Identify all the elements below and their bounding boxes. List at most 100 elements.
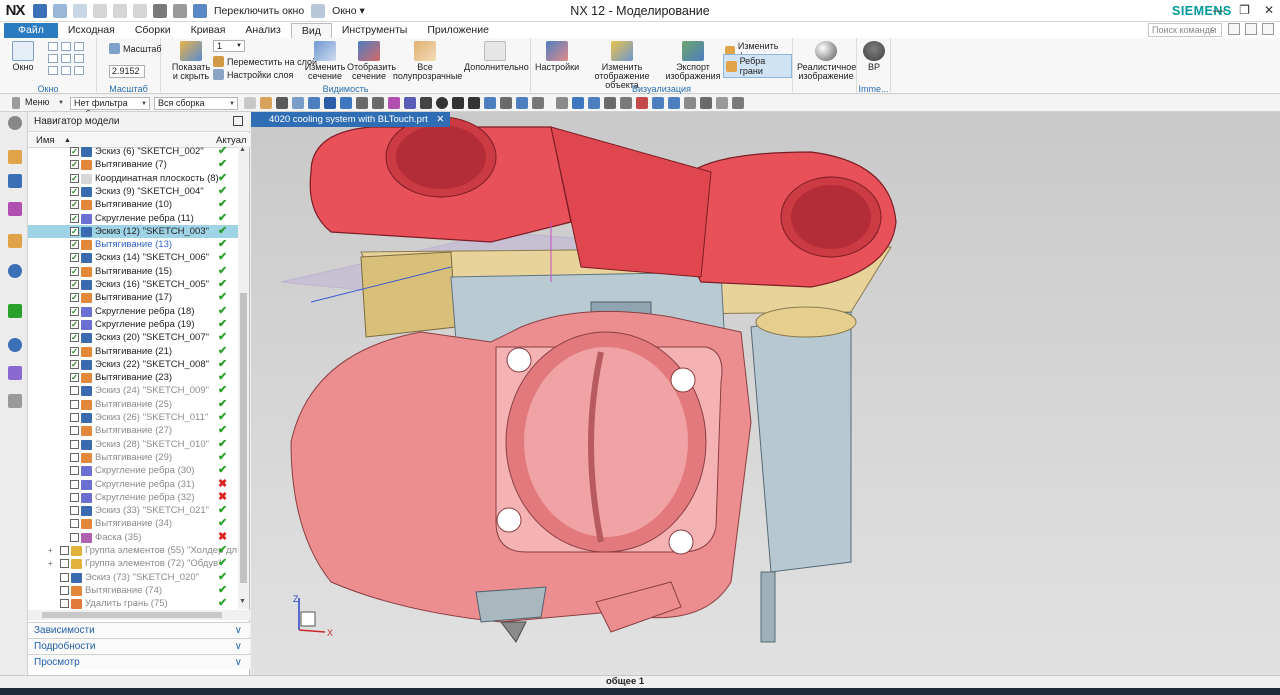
layout-icon[interactable] <box>74 42 84 51</box>
perspective-icon[interactable] <box>636 97 648 109</box>
tree-row[interactable]: Эскиз (28) "SKETCH_010" ✔ <box>28 438 238 451</box>
export-image-button[interactable]: Экспорт изображения <box>665 41 721 81</box>
visibility-checkbox[interactable] <box>70 426 79 436</box>
scroll-thumb[interactable] <box>240 293 247 583</box>
part-navigator-icon[interactable] <box>8 202 22 216</box>
gear-icon[interactable] <box>8 116 22 130</box>
visibility-checkbox[interactable]: ✓ <box>70 240 79 250</box>
visibility-checkbox[interactable] <box>70 506 79 516</box>
visibility-checkbox[interactable] <box>70 532 79 542</box>
tree-row[interactable]: ✓ Скругление ребра (18) ✔ <box>28 305 238 318</box>
scale-value-input[interactable]: 2.9152 <box>109 65 145 78</box>
visibility-checkbox[interactable] <box>70 466 79 476</box>
web-browser-icon[interactable] <box>8 264 22 278</box>
visibility-checkbox[interactable] <box>60 572 69 582</box>
visibility-checkbox[interactable]: ✓ <box>70 160 79 170</box>
bltouch-body[interactable] <box>750 311 852 573</box>
tab-curve[interactable]: Кривая <box>181 23 236 38</box>
visibility-checkbox[interactable] <box>60 546 69 555</box>
rotate-icon[interactable] <box>604 97 616 109</box>
window-button[interactable]: Окно <box>10 41 36 72</box>
edit-section-button[interactable]: Изменить сечение <box>303 41 347 81</box>
scroll-down-icon[interactable]: ▼ <box>239 598 246 605</box>
visibility-checkbox[interactable]: ✓ <box>70 147 79 156</box>
cut-icon[interactable] <box>93 3 107 18</box>
tree-row[interactable]: ✓ Эскиз (9) "SKETCH_004" ✔ <box>28 185 238 198</box>
tree-row[interactable]: ✓ Эскиз (22) "SKETCH_008" ✔ <box>28 358 238 371</box>
mount-hole[interactable] <box>668 529 694 555</box>
layout-icon[interactable] <box>74 54 84 63</box>
ribbon-options-icon[interactable] <box>1228 23 1240 35</box>
tree-row[interactable]: Вытягивание (29) ✔ <box>28 451 238 464</box>
edit-display-button[interactable]: Изменить отображение объекта <box>581 41 663 90</box>
window-icon[interactable] <box>311 3 326 18</box>
visibility-checkbox[interactable]: ✓ <box>70 373 79 383</box>
mount-hole[interactable] <box>506 347 532 373</box>
work-layer-icon[interactable] <box>716 97 728 109</box>
system-materials-icon[interactable] <box>8 366 22 380</box>
visibility-checkbox[interactable] <box>70 439 79 449</box>
tree-row[interactable]: Скругление ребра (32) ✖ <box>28 491 238 504</box>
visibility-checkbox[interactable]: ✓ <box>70 293 79 303</box>
tree-row[interactable]: Эскиз (73) "SKETCH_020" ✔ <box>28 571 238 584</box>
tab-close-icon[interactable]: ✕ <box>436 114 444 125</box>
visibility-checkbox[interactable]: ✓ <box>70 253 79 263</box>
visibility-checkbox[interactable]: ✓ <box>70 213 79 223</box>
tree-row[interactable]: ✓ Эскиз (14) "SKETCH_006" ✔ <box>28 251 238 264</box>
visibility-checkbox[interactable] <box>70 413 79 422</box>
layout-icon[interactable] <box>48 42 58 51</box>
settings-button[interactable]: Настройки <box>535 41 579 72</box>
endpoint-icon[interactable] <box>468 97 480 109</box>
layout-icon[interactable] <box>61 66 71 75</box>
tab-analysis[interactable]: Анализ <box>235 23 290 38</box>
tree-row[interactable]: ✓ Эскиз (6) "SKETCH_002" ✔ <box>28 145 238 158</box>
filter-icon[interactable] <box>244 97 256 109</box>
navigator-hscrollbar[interactable] <box>28 610 250 620</box>
fan-opening-inner[interactable] <box>524 347 688 537</box>
tree-row[interactable]: Вытягивание (25) ✔ <box>28 398 238 411</box>
visibility-checkbox[interactable]: ✓ <box>70 306 79 316</box>
history-icon[interactable] <box>8 304 22 318</box>
all-translucent-button[interactable]: Все полупрозрачные <box>393 41 462 81</box>
snap-point-icon[interactable] <box>324 97 336 109</box>
tangent-curve-icon[interactable] <box>372 97 384 109</box>
visibility-checkbox[interactable]: ✓ <box>70 266 79 276</box>
type-filter-select[interactable]: Нет фильтра выбо <box>70 96 150 119</box>
layer-settings-button[interactable]: Настройки слоя <box>213 69 293 80</box>
render-style-icon[interactable] <box>652 97 664 109</box>
hscroll-thumb[interactable] <box>42 612 222 618</box>
tab-tools[interactable]: Инструменты <box>332 23 417 38</box>
visibility-checkbox[interactable]: ✓ <box>70 173 79 183</box>
tree-row[interactable]: ✓ Вытягивание (10) ✔ <box>28 198 238 211</box>
curve-icon[interactable] <box>404 97 416 109</box>
tab-home[interactable]: Исходная <box>58 23 125 38</box>
visibility-checkbox[interactable] <box>60 585 69 595</box>
visibility-checkbox[interactable] <box>60 599 69 609</box>
nozzle[interactable] <box>500 621 527 643</box>
tree-row[interactable]: ✓ Вытягивание (7) ✔ <box>28 158 238 171</box>
tab-assemblies[interactable]: Сборки <box>125 23 181 38</box>
graphics-window[interactable]: Z X <box>251 112 1280 675</box>
tab-application[interactable]: Приложение <box>417 23 499 38</box>
tree-row[interactable]: ✓ Эскиз (16) "SKETCH_005" ✔ <box>28 278 238 291</box>
mount-hole[interactable] <box>496 507 522 533</box>
show-hide-button[interactable]: Показать и скрыть <box>169 41 213 81</box>
scale-button[interactable]: Масштаб <box>109 43 162 54</box>
tree-row[interactable]: Фаска (35) ✖ <box>28 531 238 544</box>
tree-row[interactable]: Эскиз (24) "SKETCH_009" ✔ <box>28 384 238 397</box>
tree-row[interactable]: Скругление ребра (30) ✔ <box>28 464 238 477</box>
process-studio-icon[interactable] <box>8 394 22 408</box>
maximize-icon[interactable]: ❐ <box>1239 3 1250 17</box>
background-icon[interactable] <box>684 97 696 109</box>
line-icon[interactable] <box>356 97 368 109</box>
vr-button[interactable]: ВР <box>862 41 886 72</box>
tree-row[interactable]: ✓ Эскиз (20) "SKETCH_007" ✔ <box>28 331 238 344</box>
tree-row[interactable]: Эскиз (26) "SKETCH_011" ✔ <box>28 411 238 424</box>
existing-point-icon[interactable] <box>556 97 568 109</box>
minimize-icon[interactable]: — <box>1213 3 1225 17</box>
rod-hole-right-inner[interactable] <box>791 185 871 249</box>
tree-row[interactable]: ✓ Вытягивание (21) ✔ <box>28 345 238 358</box>
pan-icon[interactable] <box>620 97 632 109</box>
expand-icon[interactable]: + <box>48 544 53 557</box>
clock-icon[interactable] <box>8 338 22 352</box>
